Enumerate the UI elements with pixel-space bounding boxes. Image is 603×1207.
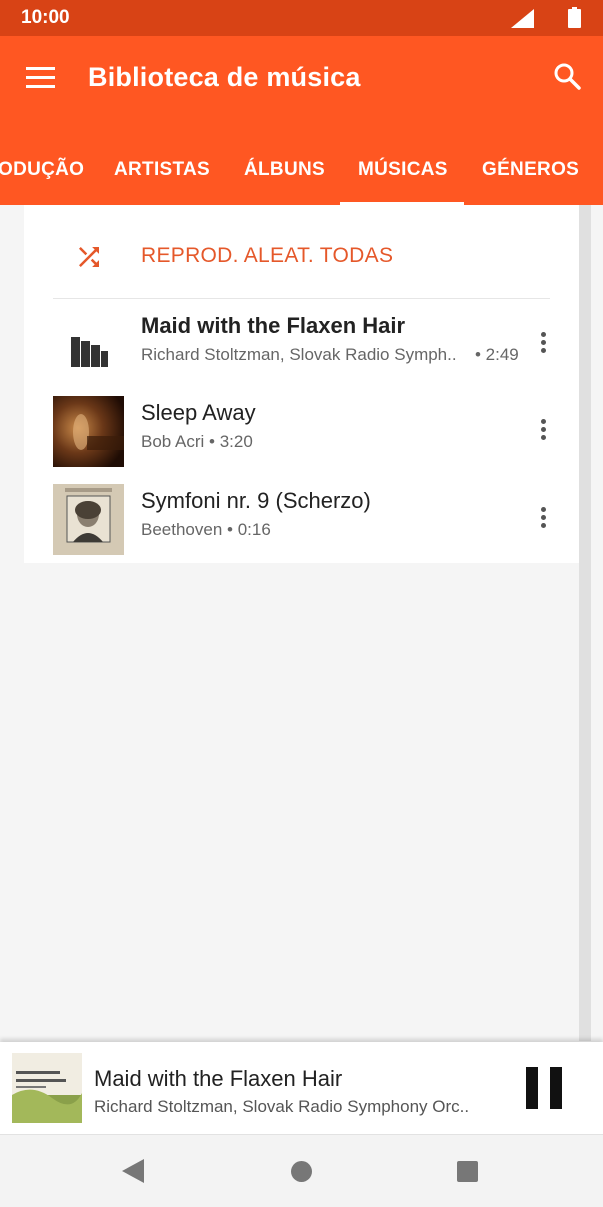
song-title: Maid with the Flaxen Hair — [141, 313, 406, 338]
tab-reproducao[interactable]: ODUÇÃO — [0, 159, 84, 181]
page-title: Biblioteca de música — [88, 62, 361, 92]
app-bar: Biblioteca de música ODUÇÃO ARTISTAS ÁLB… — [0, 36, 603, 205]
mini-player[interactable]: Maid with the Flaxen Hair Richard Stoltz… — [0, 1042, 603, 1134]
hamburger-menu-icon[interactable] — [26, 67, 55, 89]
signal-icon — [511, 9, 534, 28]
pause-icon[interactable] — [526, 1067, 562, 1109]
more-options-icon[interactable] — [534, 502, 554, 532]
recents-icon[interactable] — [457, 1161, 478, 1182]
battery-icon — [568, 7, 581, 28]
mini-player-album-art — [12, 1053, 82, 1123]
song-row[interactable]: Sleep Away Bob Acri • 3:20 — [24, 389, 579, 477]
back-icon[interactable] — [122, 1159, 144, 1183]
song-artist-duration: Bob Acri • 3:20 — [141, 432, 253, 451]
divider — [53, 298, 550, 299]
mini-player-artist: Richard Stoltzman, Slovak Radio Symphony… — [94, 1097, 470, 1116]
tab-musicas[interactable]: MÚSICAS — [358, 159, 448, 181]
song-title: Symfoni nr. 9 (Scherzo) — [141, 488, 371, 513]
more-options-icon[interactable] — [534, 327, 554, 357]
more-options-icon[interactable] — [534, 414, 554, 444]
tab-generos[interactable]: GÉNEROS — [482, 159, 579, 181]
tab-albuns[interactable]: ÁLBUNS — [244, 159, 325, 181]
tab-artistas[interactable]: ARTISTAS — [114, 159, 210, 181]
mini-player-title: Maid with the Flaxen Hair — [94, 1066, 343, 1091]
song-duration: • 2:49 — [475, 345, 519, 364]
scrollbar[interactable] — [579, 205, 591, 1041]
status-time: 10:00 — [21, 7, 70, 28]
album-art-sleep-away — [53, 396, 124, 467]
status-bar: 10:00 — [0, 0, 603, 36]
song-artist-duration: Beethoven • 0:16 — [141, 520, 271, 539]
shuffle-all-button[interactable]: REPROD. ALEAT. TODAS — [24, 212, 579, 298]
shuffle-icon — [79, 247, 99, 267]
search-icon[interactable] — [552, 61, 582, 91]
shuffle-all-label: REPROD. ALEAT. TODAS — [141, 244, 394, 267]
song-row[interactable]: Maid with the Flaxen Hair Richard Stoltz… — [24, 302, 579, 390]
song-artist: Richard Stoltzman, Slovak Radio Symph.. — [141, 345, 457, 364]
system-nav-bar — [0, 1134, 603, 1207]
album-art-beethoven — [53, 484, 124, 555]
song-title: Sleep Away — [141, 400, 256, 425]
tab-bar: ODUÇÃO ARTISTAS ÁLBUNS MÚSICAS GÉNEROS — [0, 146, 603, 205]
now-playing-bars-icon — [53, 309, 124, 380]
song-row[interactable]: Symfoni nr. 9 (Scherzo) Beethoven • 0:16 — [24, 477, 579, 565]
home-icon[interactable] — [291, 1161, 312, 1182]
